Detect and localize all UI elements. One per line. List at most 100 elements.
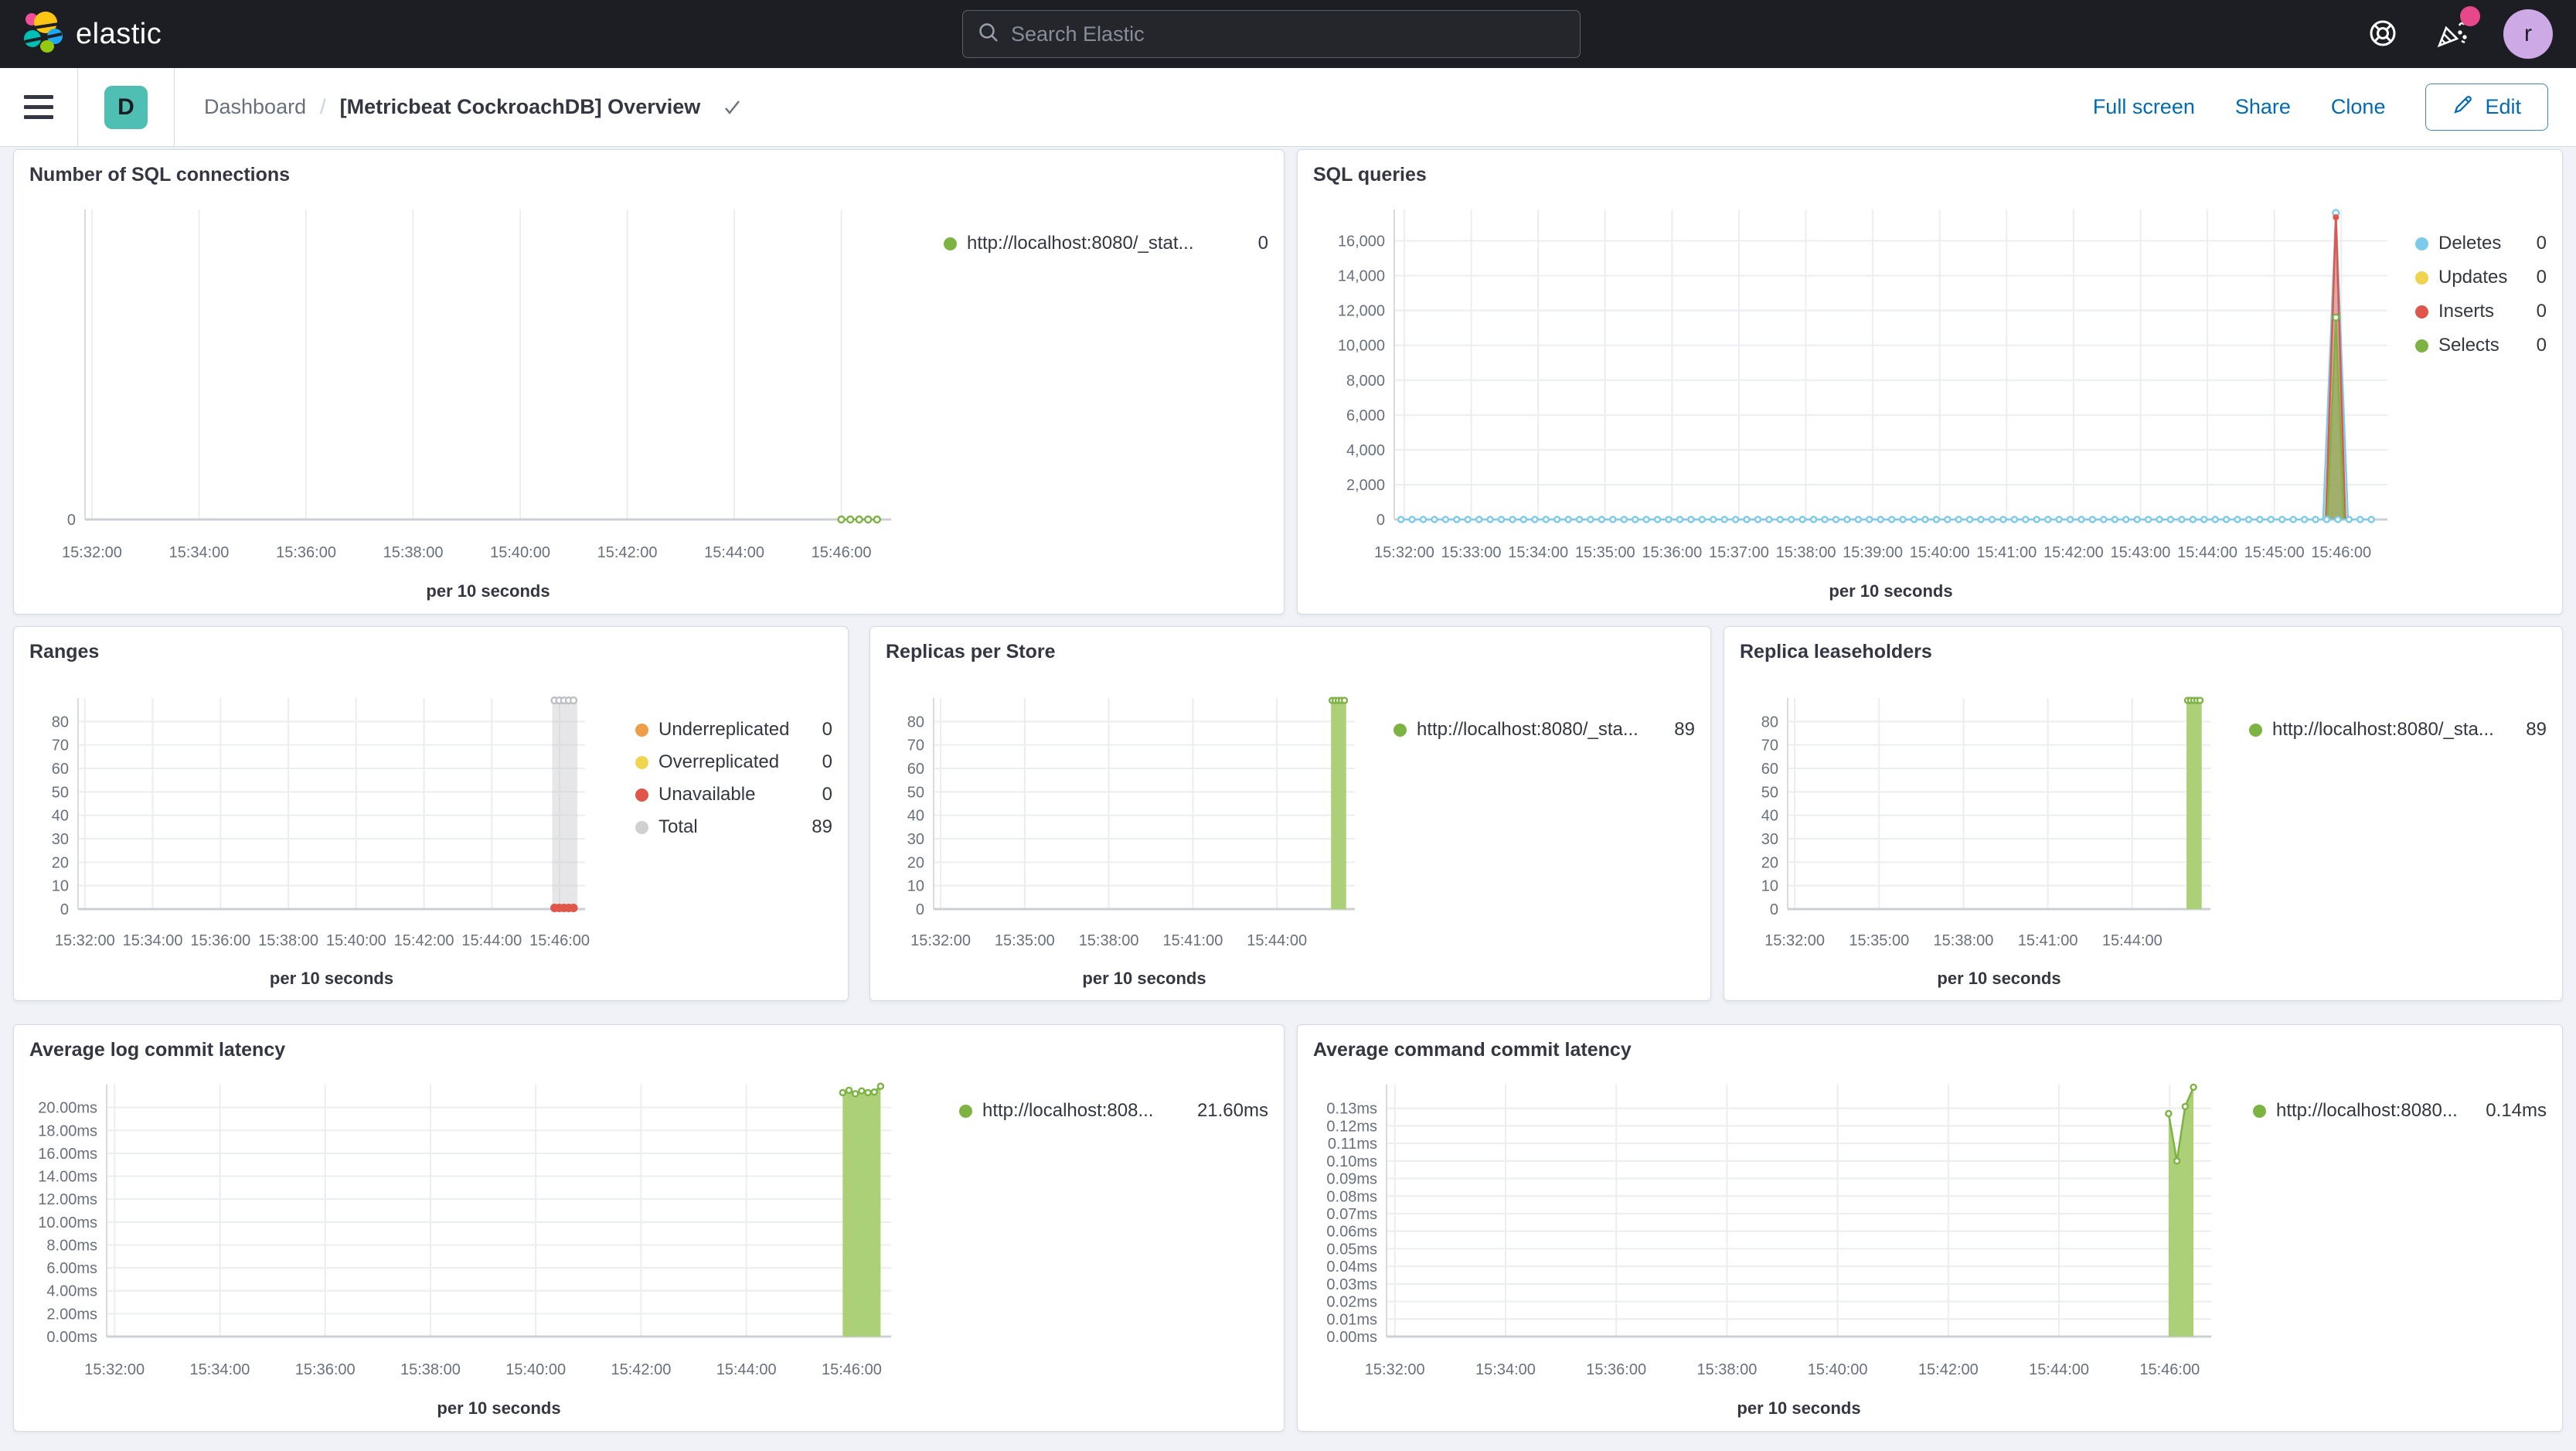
legend-value: 89 (2526, 719, 2547, 740)
user-avatar[interactable]: r (2503, 9, 2553, 59)
svg-text:0: 0 (60, 901, 69, 918)
breadcrumb: Dashboard / [Metricbeat CockroachDB] Ove… (204, 95, 744, 119)
legend-item[interactable]: http://localhost:8080/_sta... 89 (2249, 719, 2547, 741)
chart-number-of-sql-connections[interactable]: 0 15:32:00 15:34:00 15:36:00 15:38:00 15:40:0… (29, 186, 944, 614)
panel-title[interactable]: Average command commit latency (1313, 1025, 2547, 1061)
panel-title[interactable]: Ranges (29, 627, 832, 663)
svg-text:15:34:00: 15:34:00 (1508, 544, 1568, 561)
panel-average-command-commit-latency: Average command commit latency 0.00ms 0.0… (1297, 1024, 2563, 1432)
svg-text:20: 20 (907, 854, 924, 871)
legend-item[interactable]: http://localhost:8080... 0.14ms (2253, 1100, 2547, 1122)
svg-text:50: 50 (907, 784, 924, 801)
svg-text:15:36:00: 15:36:00 (190, 932, 250, 949)
svg-text:15:35:00: 15:35:00 (995, 932, 1055, 949)
logo-wordmark: elastic (76, 17, 162, 50)
chart-legend: http://localhost:8080/_stat... 0 (944, 186, 1268, 614)
svg-text:70: 70 (907, 737, 924, 754)
svg-text:15:46:00: 15:46:00 (812, 544, 872, 561)
svg-text:15:45:00: 15:45:00 (2244, 544, 2305, 561)
svg-text:15:32:00: 15:32:00 (62, 544, 122, 561)
svg-text:15:46:00: 15:46:00 (822, 1361, 882, 1378)
legend-dot (1393, 723, 1407, 737)
legend-dot (2249, 723, 2262, 737)
elastic-logo[interactable]: elastic (0, 11, 162, 58)
chart-canvas: 0 2,000 4,000 6,000 8,000 10,000 12,000 14,000 1… (1338, 209, 2387, 601)
svg-text:15:32:00: 15:32:00 (1764, 932, 1825, 949)
full-screen-button[interactable]: Full screen (2093, 95, 2195, 119)
panel-title[interactable]: SQL queries (1313, 150, 2547, 186)
svg-text:15:37:00: 15:37:00 (1709, 544, 1769, 561)
legend-item[interactable]: Selects 0 (2415, 335, 2547, 356)
svg-text:14.00ms: 14.00ms (38, 1169, 97, 1186)
legend-item[interactable]: Underreplicated 0 (635, 719, 832, 741)
legend-item[interactable]: Deletes 0 (2415, 233, 2547, 254)
panel-ranges: Ranges 0 10 20 30 40 50 60 70 80 15:32:00 15:34:00… (13, 626, 849, 1001)
panel-title[interactable]: Average log commit latency (29, 1025, 1268, 1061)
panel-title[interactable]: Replicas per Store (886, 627, 1695, 663)
svg-text:12.00ms: 12.00ms (38, 1191, 97, 1208)
legend-label: Total (658, 816, 698, 837)
svg-text:40: 40 (907, 808, 924, 825)
svg-text:0.01ms: 0.01ms (1326, 1311, 1377, 1328)
chart-sql-queries[interactable]: 0 2,000 4,000 6,000 8,000 10,000 12,000 14,000 1… (1313, 186, 2415, 614)
page-title: [Metricbeat CockroachDB] Overview (339, 95, 701, 118)
share-button[interactable]: Share (2235, 95, 2291, 119)
chart-ranges[interactable]: 0 10 20 30 40 50 60 70 80 15:32:00 15:34:00 15:36:0… (29, 663, 635, 1000)
chart-replicas-per-store[interactable]: 0 10 20 30 40 50 60 70 80 15:32:00 15:35:00 15:38:0… (886, 663, 1393, 1000)
news-button[interactable] (2434, 5, 2480, 53)
legend-item[interactable]: Inserts 0 (2415, 301, 2547, 322)
legend-item[interactable]: http://localhost:8080/_sta... 89 (1393, 719, 1695, 741)
svg-text:50: 50 (52, 784, 69, 801)
svg-text:15:32:00: 15:32:00 (1365, 1361, 1425, 1378)
panel-title[interactable]: Number of SQL connections (29, 150, 1268, 186)
svg-text:15:34:00: 15:34:00 (123, 932, 183, 949)
chart-legend: Deletes 0 Updates 0 Inserts 0 Selects 0 (2415, 186, 2547, 614)
svg-text:15:41:00: 15:41:00 (1162, 932, 1223, 949)
legend-item[interactable]: http://localhost:808... 21.60ms (959, 1100, 1268, 1122)
svg-text:15:42:00: 15:42:00 (2043, 544, 2104, 561)
svg-text:2,000: 2,000 (1346, 477, 1385, 494)
edit-button[interactable]: Edit (2425, 83, 2548, 131)
legend-item[interactable]: Total 89 (635, 816, 832, 838)
svg-text:per 10 seconds: per 10 seconds (1829, 581, 1952, 601)
dashboard-toolbar: D Dashboard / [Metricbeat CockroachDB] O… (0, 68, 2576, 147)
legend-item[interactable]: Updates 0 (2415, 267, 2547, 288)
svg-text:15:38:00: 15:38:00 (258, 932, 318, 949)
svg-text:15:44:00: 15:44:00 (461, 932, 522, 949)
legend-value: 0 (1257, 233, 1268, 254)
chart-average-log-commit-latency[interactable]: 0.00ms 2.00ms 4.00ms 6.00ms 8.00ms 10.00ms 12.… (29, 1061, 959, 1431)
svg-text:per 10 seconds: per 10 seconds (1937, 969, 2060, 988)
menu-button[interactable] (0, 68, 77, 146)
panel-title[interactable]: Replica leaseholders (1740, 627, 2547, 663)
legend-value: 0 (2536, 233, 2547, 254)
search-icon (977, 21, 1000, 48)
chart-canvas: 0.00ms 2.00ms 4.00ms 6.00ms 8.00ms 10.00ms 12.… (38, 1082, 891, 1418)
svg-text:0: 0 (1376, 512, 1385, 529)
svg-text:15:38:00: 15:38:00 (383, 544, 444, 561)
check-icon[interactable] (720, 96, 744, 119)
clone-button[interactable]: Clone (2331, 95, 2386, 119)
svg-text:80: 80 (52, 714, 69, 731)
svg-text:0.02ms: 0.02ms (1326, 1294, 1377, 1311)
legend-item[interactable]: Overreplicated 0 (635, 751, 832, 773)
legend-value: 89 (812, 816, 832, 837)
legend-label: Overreplicated (658, 751, 780, 772)
svg-text:15:44:00: 15:44:00 (716, 1361, 777, 1378)
legend-label: http://localhost:808... (982, 1100, 1154, 1121)
global-search-input[interactable]: Search Elastic (962, 10, 1581, 58)
breadcrumb-dashboard-link[interactable]: Dashboard (204, 95, 306, 119)
legend-item[interactable]: http://localhost:8080/_stat... 0 (944, 233, 1268, 254)
dashboard-avatar[interactable]: D (104, 85, 148, 129)
legend-item[interactable]: Unavailable 0 (635, 784, 832, 806)
elastic-logo-icon (22, 11, 65, 58)
chart-average-command-commit-latency[interactable]: 0.00ms 0.01ms 0.02ms 0.03ms 0.04ms 0.05ms 0.06… (1313, 1061, 2253, 1431)
svg-text:15:46:00: 15:46:00 (2311, 544, 2371, 561)
svg-text:15:38:00: 15:38:00 (1079, 932, 1139, 949)
help-button[interactable] (2366, 16, 2400, 53)
svg-text:15:44:00: 15:44:00 (2102, 932, 2163, 949)
legend-value: 0 (822, 751, 832, 772)
legend-dot (959, 1104, 972, 1118)
chart-replica-leaseholders[interactable]: 0 10 20 30 40 50 60 70 80 15:32:00 15:35:00 15:38:0… (1740, 663, 2249, 1000)
legend-label: http://localhost:8080... (2276, 1100, 2458, 1121)
svg-text:16.00ms: 16.00ms (38, 1146, 97, 1163)
